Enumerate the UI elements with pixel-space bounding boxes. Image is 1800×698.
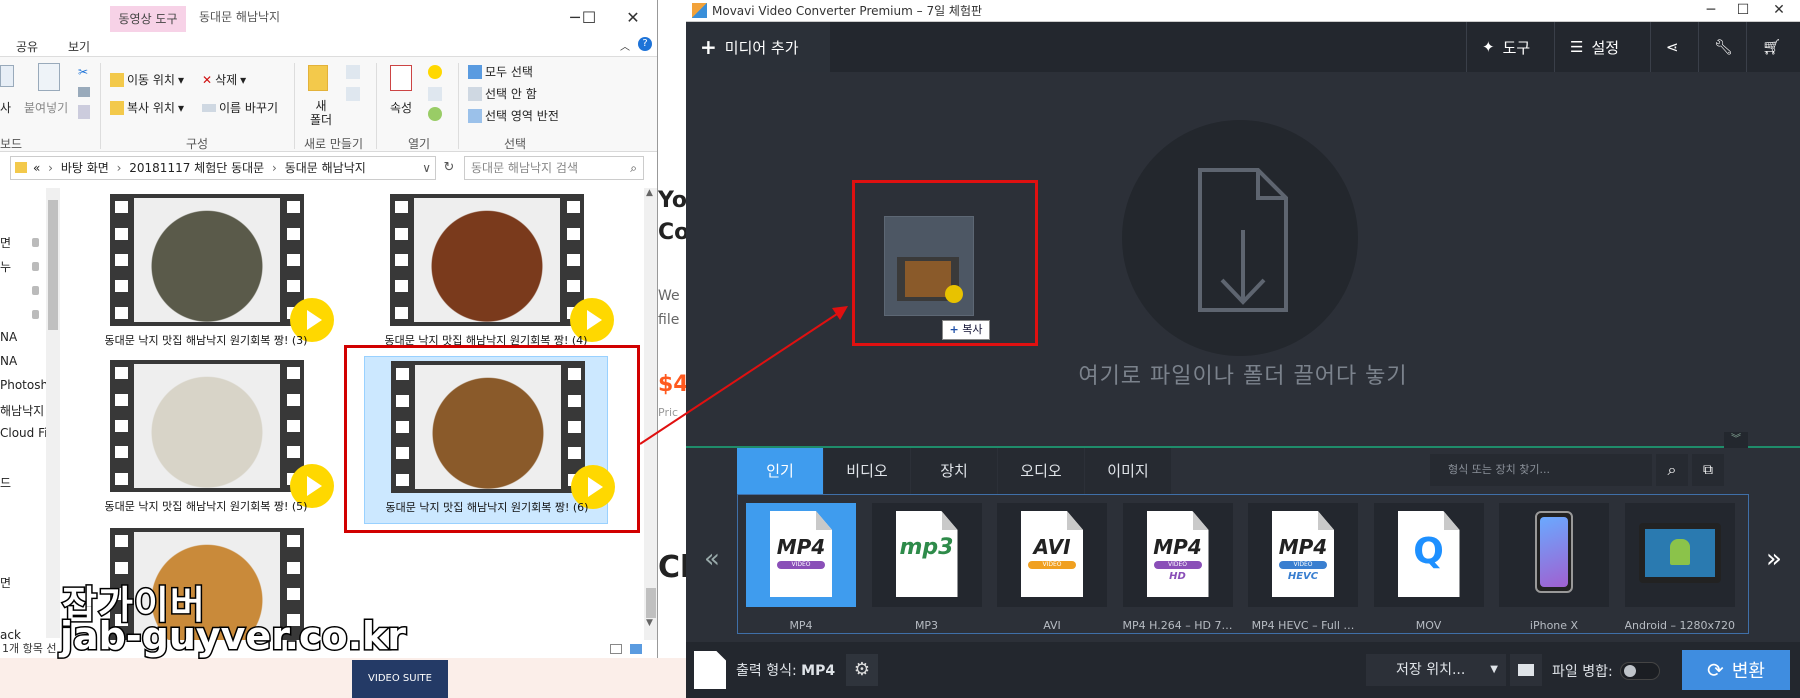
screenshot-root: 동영상 도구 동대문 해남낙지 ─ ☐ ✕ 공유 보기 재생 ︿ ? 사 붙여넣… [0, 0, 1800, 698]
annotation-arrow [639, 306, 848, 445]
watermark-url: jab-guyver.co.kr [58, 613, 407, 660]
